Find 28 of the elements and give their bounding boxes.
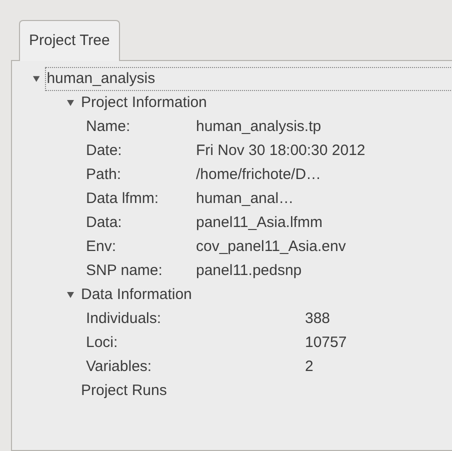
field-value: human_anal…	[196, 188, 294, 209]
field-value: 10757	[305, 332, 347, 353]
field-value: human_analysis.tp	[196, 116, 322, 137]
tree-node[interactable]: Project Information	[80, 92, 208, 114]
tab[interactable]: Project Tree	[19, 20, 120, 61]
field-label: Data:	[86, 212, 123, 233]
expander-down-icon[interactable]	[66, 99, 75, 107]
field-value: cov_panel11_Asia.env	[196, 236, 346, 257]
field-label: Variables:	[86, 356, 153, 377]
tree-node[interactable]: Project Runs	[80, 380, 168, 402]
field-value: Fri Nov 30 18:00:30 2012	[196, 140, 366, 161]
field-value: /home/frichote/D…	[196, 164, 322, 185]
field-value: panel11.pedsnp	[196, 260, 302, 281]
field-label: Date:	[86, 140, 123, 161]
field-value: 2	[305, 356, 314, 377]
tree-node[interactable]: Data Information	[80, 284, 193, 306]
field-value: panel11_Asia.lfmm	[196, 212, 322, 233]
field-label: SNP name:	[86, 260, 164, 281]
expander-down-icon[interactable]	[66, 291, 75, 299]
field-label: Name:	[86, 116, 132, 137]
field-label: Loci:	[86, 332, 119, 353]
field-label: Env:	[86, 236, 118, 257]
field-label: Path:	[86, 164, 122, 185]
field-label: Individuals:	[86, 308, 162, 329]
field-value: 388	[305, 308, 330, 329]
field-label: Data lfmm:	[86, 188, 160, 209]
expander-down-icon[interactable]	[32, 75, 41, 83]
tree-node[interactable]: human_analysis	[46, 68, 452, 90]
